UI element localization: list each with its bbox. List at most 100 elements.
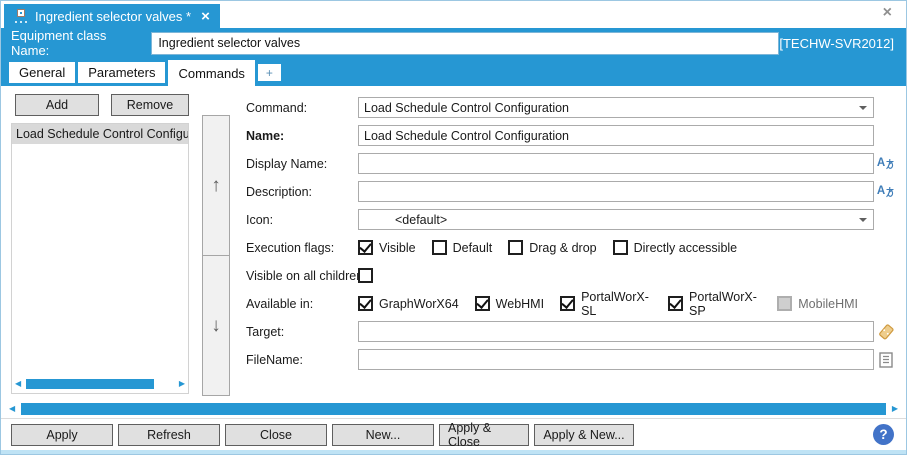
description-input[interactable]	[358, 181, 874, 202]
tab-close-icon[interactable]: ×	[201, 9, 210, 24]
checkbox-label: Directly accessible	[633, 240, 738, 255]
command-dropdown-value: Load Schedule Control Configuration	[364, 100, 569, 115]
footer-button-bar: Apply Refresh Close New... Apply & Close…	[1, 419, 906, 450]
filename-input[interactable]	[358, 349, 874, 370]
checkbox-box[interactable]	[358, 240, 373, 255]
move-down-button[interactable]: ↓	[203, 255, 229, 395]
apply-button[interactable]: Apply	[11, 423, 113, 446]
chevron-down-icon	[859, 218, 867, 222]
scroll-left-icon[interactable]: ◀	[9, 405, 15, 413]
target-row: Target:	[246, 321, 898, 342]
display-name-input[interactable]	[358, 153, 874, 174]
command-list[interactable]: Load Schedule Control Configuration ◀ ▶	[11, 123, 189, 394]
description-row: Description: A	[246, 181, 898, 202]
apply-and-new-button[interactable]: Apply & New...	[534, 423, 634, 446]
command-label: Command:	[246, 100, 308, 115]
tag-icon[interactable]	[878, 323, 894, 340]
tab-parameters[interactable]: Parameters	[78, 62, 166, 83]
move-up-button[interactable]: ↑	[203, 116, 229, 255]
filename-row: FileName:	[246, 349, 898, 370]
checkbox-label: MobileHMI	[798, 296, 858, 311]
document-tab[interactable]: Ingredient selector valves * ×	[4, 4, 220, 28]
document-tab-strip: Ingredient selector valves * × ×	[1, 1, 906, 28]
checkbox-box[interactable]	[474, 296, 490, 311]
command-dropdown[interactable]: Load Schedule Control Configuration	[358, 97, 874, 118]
commands-tab-content: Add Remove Load Schedule Control Configu…	[1, 86, 906, 400]
execution-flags-row: Execution flags: Visible Default Drag & …	[246, 237, 898, 258]
add-button[interactable]: Add	[15, 94, 99, 116]
tab-add-new[interactable]: +	[257, 64, 281, 81]
name-label: Name:	[246, 128, 285, 143]
checkbox-portalworx-sp[interactable]: PortalWorX-SP	[668, 290, 761, 318]
display-name-row: Display Name: A	[246, 153, 898, 174]
available-in-label: Available in:	[246, 296, 314, 311]
target-label: Target:	[246, 324, 285, 339]
localize-icon-letter: A	[876, 184, 886, 197]
execution-flags-label: Execution flags:	[246, 240, 335, 255]
checkbox-graphworx64[interactable]: GraphWorX64	[358, 296, 459, 311]
description-label: Description:	[246, 184, 312, 199]
checkbox-box[interactable]	[431, 240, 447, 255]
apply-and-close-button[interactable]: Apply & Close	[439, 421, 529, 449]
window-bottom-border	[1, 450, 906, 454]
checkbox-box[interactable]	[508, 240, 524, 255]
up-arrow-icon: ↑	[211, 174, 221, 196]
main-scrollbar-thumb[interactable]	[21, 403, 886, 415]
close-button[interactable]: Close	[225, 423, 327, 446]
checkbox-box[interactable]	[668, 296, 684, 311]
scroll-left-icon[interactable]: ◀	[15, 379, 21, 388]
checkbox-webhmi[interactable]: WebHMI	[474, 296, 544, 311]
down-arrow-icon: ↓	[211, 314, 221, 336]
refresh-button[interactable]: Refresh	[118, 423, 220, 446]
checkbox-label: Default	[452, 240, 493, 255]
equipment-class-icon	[14, 8, 28, 24]
reorder-column: ↑ ↓	[202, 115, 230, 396]
checkbox-visible[interactable]: Visible	[358, 240, 416, 255]
checkbox-portalworx-sl[interactable]: PortalWorX-SL	[560, 290, 652, 318]
equipment-class-editor-window: Ingredient selector valves * × × Equipme…	[0, 0, 907, 455]
name-row: Name: Load Schedule Control Configuratio…	[246, 125, 898, 146]
browse-file-icon[interactable]	[879, 351, 893, 368]
command-form: Command: Load Schedule Control Configura…	[246, 92, 898, 400]
checkbox-drag-drop[interactable]: Drag & drop	[508, 240, 597, 255]
filename-label: FileName:	[246, 352, 303, 367]
command-row: Command: Load Schedule Control Configura…	[246, 97, 898, 118]
checkbox-box[interactable]	[612, 240, 628, 255]
icon-row: Icon: <default>	[246, 209, 898, 230]
pane-close-icon[interactable]: ×	[883, 5, 892, 21]
checkbox-directly-accessible[interactable]: Directly accessible	[612, 240, 738, 255]
checkbox-default[interactable]: Default	[431, 240, 493, 255]
target-input[interactable]	[358, 321, 874, 342]
tab-general[interactable]: General	[9, 62, 76, 83]
help-icon[interactable]: ?	[873, 424, 894, 445]
document-tab-title: Ingredient selector valves *	[35, 8, 192, 24]
checkbox-label: PortalWorX-SP	[689, 289, 757, 318]
localize-icon-letter: A	[876, 156, 886, 169]
icon-dropdown[interactable]: <default>	[358, 209, 874, 230]
remove-button[interactable]: Remove	[111, 94, 189, 116]
visible-on-all-children-row: Visible on all children:	[246, 265, 898, 286]
checkbox-box[interactable]	[358, 296, 373, 311]
checkbox-visible-on-all-children[interactable]	[358, 268, 379, 283]
localize-icon[interactable]: A	[876, 184, 895, 198]
checkbox-box[interactable]	[358, 268, 373, 283]
new-button[interactable]: New...	[332, 423, 434, 446]
equipment-name-input[interactable]: Ingredient selector valves	[151, 31, 780, 55]
equipment-name-label: Equipment class Name:	[11, 28, 107, 58]
scroll-right-icon[interactable]: ▶	[179, 379, 185, 388]
checkbox-box	[777, 296, 793, 311]
checkbox-box[interactable]	[560, 296, 576, 311]
list-item[interactable]: Load Schedule Control Configuration	[12, 124, 188, 144]
command-list-panel: Add Remove Load Schedule Control Configu…	[11, 92, 189, 400]
list-horizontal-scrollbar[interactable]: ◀ ▶	[12, 376, 188, 393]
localize-icon-hiragana	[886, 158, 894, 169]
visible-on-all-children-label: Visible on all children:	[246, 268, 367, 283]
main-horizontal-scrollbar[interactable]: ◀ ▶	[1, 400, 906, 419]
tab-commands[interactable]: Commands	[168, 60, 255, 86]
checkbox-mobilehmi: MobileHMI	[777, 296, 858, 311]
name-input[interactable]: Load Schedule Control Configuration	[358, 125, 874, 146]
display-name-label: Display Name:	[246, 156, 328, 171]
localize-icon[interactable]: A	[876, 156, 895, 170]
scroll-right-icon[interactable]: ▶	[892, 405, 898, 413]
list-scrollbar-thumb[interactable]	[26, 378, 155, 389]
